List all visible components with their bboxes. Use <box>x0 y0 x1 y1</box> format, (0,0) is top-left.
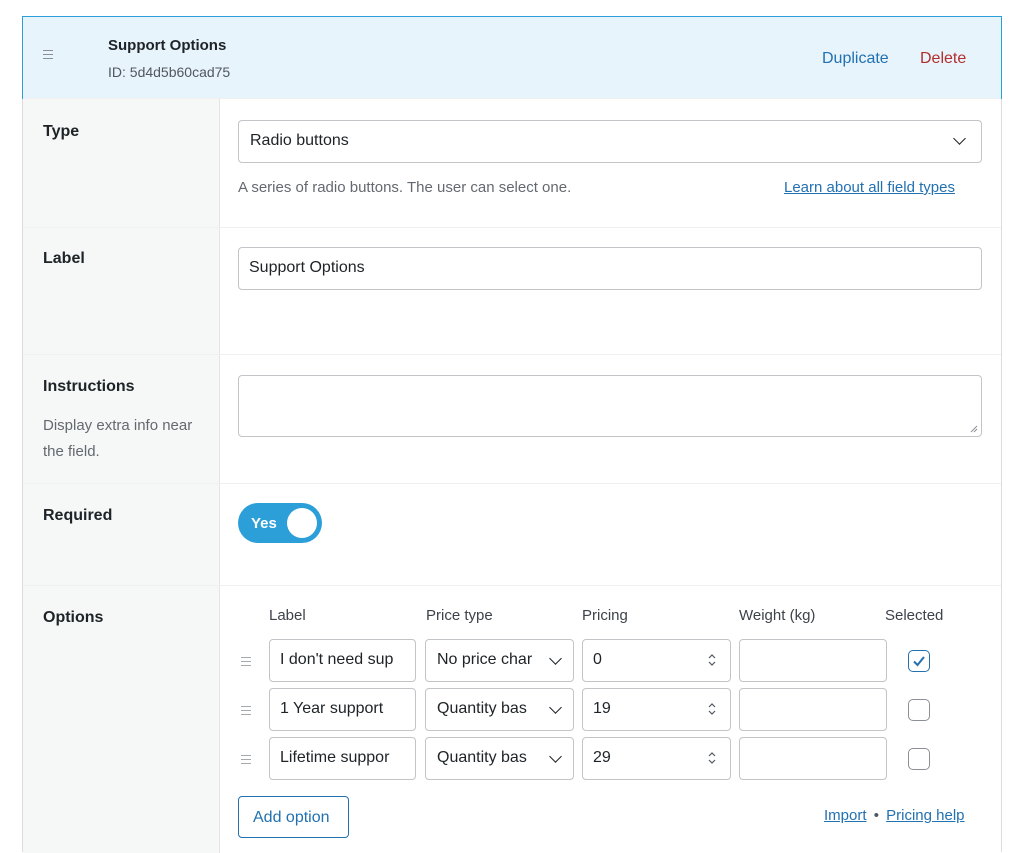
instructions-sub: Display extra info near the field. <box>43 417 193 460</box>
stepper-icon[interactable] <box>708 751 716 765</box>
option-label-input[interactable]: I don't need sup <box>269 639 416 682</box>
required-label: Required <box>43 507 113 524</box>
option-label-input[interactable]: 1 Year support <box>269 688 416 731</box>
toggle-label: Yes <box>251 515 277 532</box>
instructions-row: Instructions Display extra info near the… <box>23 354 1001 484</box>
stepper-icon[interactable] <box>708 653 716 667</box>
import-link[interactable]: Import <box>824 807 867 824</box>
chevron-down-icon <box>953 132 966 145</box>
required-row: Required Yes <box>23 483 1001 586</box>
options-label: Options <box>43 609 104 626</box>
option-label-input[interactable]: Lifetime suppor <box>269 737 416 780</box>
field-type-value: Radio buttons <box>250 132 349 149</box>
option-pricing-input[interactable]: 29 <box>582 737 731 780</box>
option-weight-input[interactable] <box>739 639 887 682</box>
label-input[interactable]: Support Options <box>238 247 982 290</box>
stepper-icon[interactable] <box>708 702 716 716</box>
field-settings-panel: Support Options ID: 5d4d5b60cad75 Duplic… <box>0 0 1024 853</box>
col-label-header: Label <box>269 607 306 624</box>
field-type-select[interactable]: Radio buttons <box>238 120 982 163</box>
option-drag-handle-icon[interactable] <box>241 755 251 767</box>
option-pricing-input[interactable]: 0 <box>582 639 731 682</box>
instructions-label-col: Instructions Display extra info near the… <box>23 355 220 484</box>
field-header[interactable]: Support Options ID: 5d4d5b60cad75 Duplic… <box>22 16 1002 99</box>
type-row: Type Radio buttons A series of radio but… <box>23 98 1001 228</box>
col-pricing-header: Pricing <box>582 607 628 624</box>
col-price-type-header: Price type <box>426 607 493 624</box>
field-id: ID: 5d4d5b60cad75 <box>108 64 231 80</box>
duplicate-link[interactable]: Duplicate <box>822 50 889 68</box>
resize-handle-icon[interactable] <box>970 425 978 433</box>
instructions-label: Instructions <box>43 378 135 395</box>
option-price-type-select[interactable]: No price char <box>425 639 574 682</box>
field-type-help: A series of radio buttons. The user can … <box>238 179 572 196</box>
label-row: Label Support Options <box>23 227 1001 355</box>
label-input-value: Support Options <box>249 259 365 276</box>
option-pricing-input[interactable]: 19 <box>582 688 731 731</box>
option-weight-input[interactable] <box>739 737 887 780</box>
link-separator: • <box>873 807 879 824</box>
option-price-type-select[interactable]: Quantity bas <box>425 688 574 731</box>
required-label-col: Required <box>23 484 220 586</box>
toggle-knob <box>287 508 317 538</box>
option-drag-handle-icon[interactable] <box>241 657 251 669</box>
learn-field-types-link[interactable]: Learn about all field types <box>784 179 955 196</box>
col-selected-header: Selected <box>885 607 944 624</box>
instructions-textarea[interactable] <box>238 375 982 437</box>
option-weight-input[interactable] <box>739 688 887 731</box>
delete-link[interactable]: Delete <box>920 50 966 68</box>
field-title: Support Options <box>108 37 227 54</box>
drag-handle-icon[interactable] <box>43 50 55 64</box>
type-label: Type <box>43 123 80 140</box>
chevron-down-icon <box>549 701 562 714</box>
panel-border-right <box>1001 98 1002 852</box>
option-selected-checkbox[interactable] <box>908 650 930 672</box>
pricing-help-link[interactable]: Pricing help <box>886 807 964 824</box>
option-drag-handle-icon[interactable] <box>241 706 251 718</box>
add-option-button[interactable]: Add option <box>238 796 349 838</box>
label-label: Label <box>43 250 85 267</box>
label-label-col: Label <box>23 228 220 355</box>
options-footer-links: Import • Pricing help <box>824 807 965 824</box>
chevron-down-icon <box>549 750 562 763</box>
checkmark-icon <box>913 656 925 667</box>
options-row: Options Label Price type Pricing Weight … <box>23 585 1001 853</box>
option-selected-checkbox[interactable] <box>908 748 930 770</box>
chevron-down-icon <box>549 652 562 665</box>
col-weight-header: Weight (kg) <box>739 607 816 624</box>
required-toggle[interactable]: Yes <box>238 503 322 543</box>
type-label-col: Type <box>23 99 220 228</box>
option-selected-checkbox[interactable] <box>908 699 930 721</box>
option-price-type-select[interactable]: Quantity bas <box>425 737 574 780</box>
options-label-col: Options <box>23 586 220 853</box>
